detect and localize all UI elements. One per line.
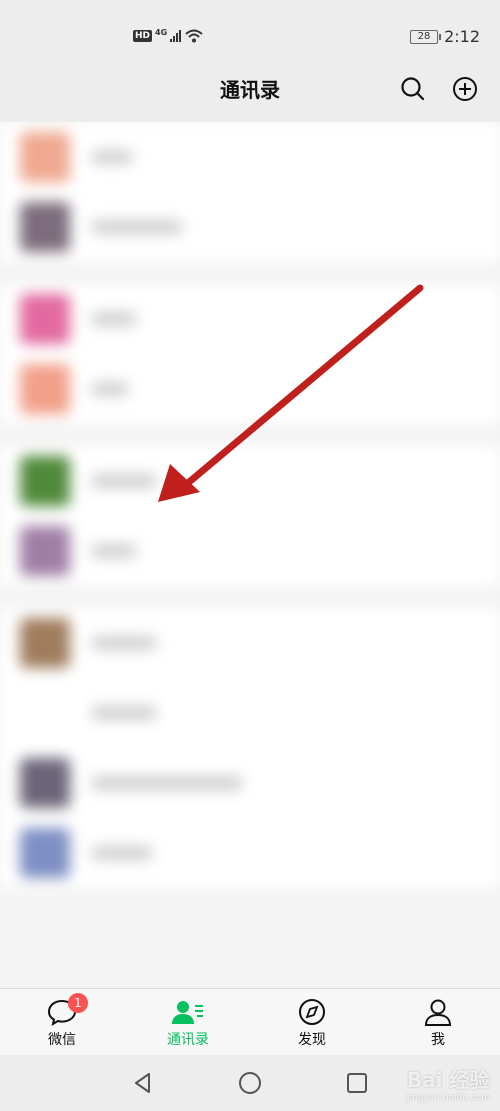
recents-icon[interactable]: [345, 1071, 369, 1095]
watermark-brand: Bai 经验: [406, 1068, 490, 1092]
tab-label: 通讯录: [167, 1032, 209, 1048]
contact-avatar: [20, 132, 70, 182]
watermark-url: jingyan.baidu.com: [406, 1093, 490, 1103]
contact-name-blurred: [92, 220, 182, 234]
contact-name-blurred: [92, 474, 156, 488]
contact-list[interactable]: [0, 122, 500, 990]
contact-avatar: [20, 758, 70, 808]
header: 通讯录: [0, 60, 500, 120]
tab-me[interactable]: 我: [398, 997, 478, 1049]
back-icon[interactable]: [131, 1071, 155, 1095]
home-icon[interactable]: [238, 1071, 262, 1095]
contact-list-content: [0, 122, 500, 888]
contact-avatar: [20, 618, 70, 668]
signal-icon: [170, 30, 182, 42]
contact-name-blurred: [92, 846, 152, 860]
plus-circle-icon[interactable]: [450, 74, 480, 104]
status-left: HD 4G: [133, 28, 204, 44]
contact-row[interactable]: [0, 818, 500, 888]
status-right: 28 2:12: [410, 27, 480, 46]
contact-avatar: [20, 294, 70, 344]
contact-name-blurred: [92, 776, 242, 790]
search-icon[interactable]: [398, 74, 428, 104]
contact-section: [0, 284, 500, 424]
contact-row[interactable]: [0, 678, 500, 748]
tab-bar: 1 微信 通讯录 发现 我: [0, 988, 500, 1055]
contact-row[interactable]: [0, 446, 500, 516]
tab-label: 微信: [48, 1032, 76, 1048]
contact-row[interactable]: [0, 748, 500, 818]
person-icon: [424, 999, 452, 1026]
battery-icon: 28: [410, 29, 442, 44]
contact-row[interactable]: [0, 284, 500, 354]
contact-name-blurred: [92, 544, 136, 558]
contact-name-blurred: [92, 636, 156, 650]
watermark-logo: Bai 经验 jingyan.baidu.com: [407, 1064, 490, 1103]
contact-row[interactable]: [0, 608, 500, 678]
tab-label: 我: [431, 1032, 445, 1048]
contact-row[interactable]: [0, 354, 500, 424]
contact-name-blurred: [92, 382, 128, 396]
contact-section: [0, 608, 500, 888]
tab-discover[interactable]: 发现: [272, 997, 352, 1049]
unread-badge: 1: [68, 993, 88, 1013]
contact-avatar: [20, 688, 70, 738]
wifi-icon: [185, 29, 203, 43]
contact-avatar: [20, 364, 70, 414]
contact-avatar: [20, 828, 70, 878]
contact-row[interactable]: [0, 192, 500, 262]
clock: 2:12: [444, 27, 480, 46]
contact-avatar: [20, 526, 70, 576]
tab-chats[interactable]: 1 微信: [22, 993, 102, 1049]
contact-avatar: [20, 202, 70, 252]
contact-name-blurred: [92, 312, 136, 326]
contact-section: [0, 122, 500, 262]
contact-name-blurred: [92, 150, 132, 164]
contact-name-blurred: [92, 706, 156, 720]
network-type: 4G: [155, 27, 168, 37]
hd-badge: HD: [133, 30, 153, 42]
contacts-icon: [172, 1001, 203, 1024]
tab-label: 发现: [298, 1032, 326, 1048]
contact-section: [0, 446, 500, 586]
tab-contacts[interactable]: 通讯录: [148, 997, 228, 1049]
contact-avatar: [20, 456, 70, 506]
contact-row[interactable]: [0, 516, 500, 586]
compass-icon: [299, 999, 325, 1025]
contact-row[interactable]: [0, 122, 500, 192]
